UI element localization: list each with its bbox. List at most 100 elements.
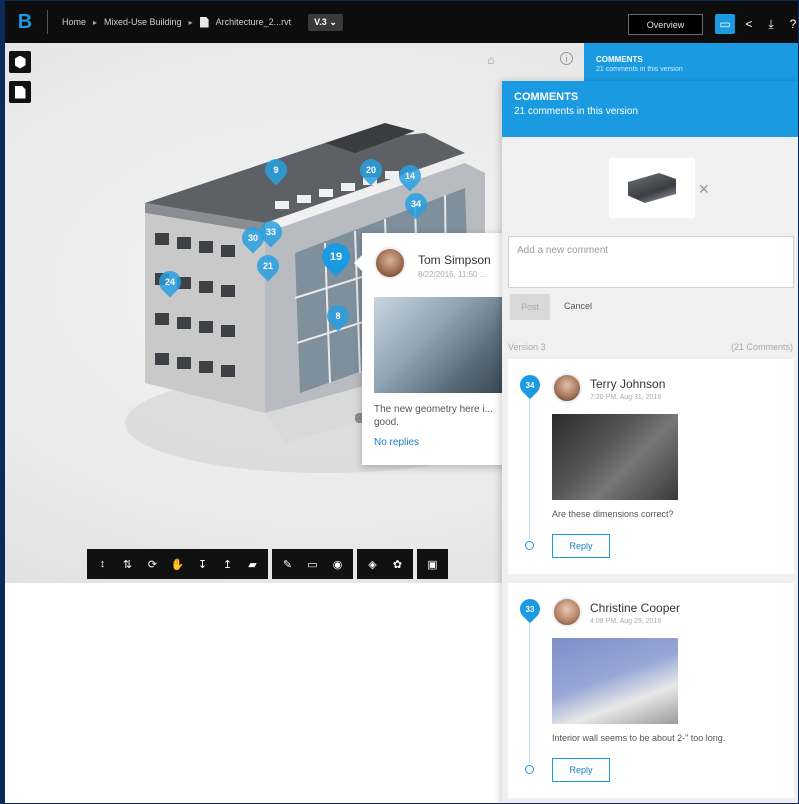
comment-marker[interactable]: 20 — [355, 154, 387, 186]
breadcrumb: Home ▸ Mixed-Use Building ▸ Architecture… — [62, 13, 343, 31]
marker-number: 9 — [273, 165, 279, 175]
comment-marker[interactable]: 8 — [322, 300, 354, 332]
comment-date: 7:20 PM, Aug 31, 2016 — [590, 394, 662, 401]
first-person-icon[interactable]: ⇅ — [116, 552, 139, 576]
measure-tools: ✎ ▭ ◉ — [272, 549, 353, 579]
no-replies-link[interactable]: No replies — [374, 437, 419, 448]
sheets-button[interactable] — [9, 81, 31, 103]
measure-icon[interactable]: ✎ — [276, 552, 299, 576]
underlay-title: COMMENTS — [596, 55, 643, 64]
version-selector[interactable]: V.3 ⌄ — [308, 13, 343, 31]
comment-marker-selected[interactable]: 19 — [316, 237, 356, 277]
chevron-right-icon: ▸ — [93, 17, 98, 27]
popup-author: Tom Simpson — [418, 253, 491, 267]
home-icon[interactable]: ⌂ — [487, 53, 494, 67]
pin-number: 34 — [525, 380, 535, 390]
model-thumbnail — [628, 173, 676, 203]
pin-number: 33 — [525, 604, 535, 614]
comment-marker[interactable]: 34 — [400, 188, 432, 220]
popup-comment-text: The new geometry here i... good. — [374, 404, 493, 428]
cube-icon — [14, 55, 26, 69]
app-logo[interactable]: B — [11, 7, 39, 37]
new-comment-input[interactable]: Add a new comment — [508, 236, 794, 288]
comment-attachment-thumbnail[interactable] — [609, 158, 695, 218]
download-icon[interactable]: ⤓ — [761, 14, 781, 34]
section-icon[interactable]: ▭ — [301, 552, 324, 576]
breadcrumb-file[interactable]: Architecture_2...rvt — [216, 17, 292, 27]
comment-author: Christine Cooper — [590, 601, 681, 615]
share-icon[interactable]: < — [739, 14, 759, 34]
settings-icon[interactable]: ▣ — [421, 552, 444, 576]
avatar — [552, 373, 582, 403]
comment-marker[interactable]: 33 — [255, 216, 287, 248]
thread-line — [529, 399, 530, 539]
breadcrumb-project[interactable]: Mixed-Use Building — [104, 17, 182, 27]
close-icon[interactable]: ✕ — [698, 181, 710, 198]
walk-icon[interactable]: ↥ — [216, 552, 239, 576]
comment-marker[interactable]: 21 — [252, 250, 284, 282]
underlay-subtitle: 21 comments in this version — [596, 66, 683, 73]
comment-popup: Tom Simpson 8/22/2016, 11:50 ... The new… — [354, 233, 512, 465]
reply-button[interactable]: Reply — [552, 534, 610, 558]
marker-number: 8 — [335, 311, 341, 321]
navigation-tools: ↕ ⇅ ⟳ ✋ ↧ ↥ ▰ — [87, 549, 268, 579]
thread-end-icon — [525, 765, 534, 774]
app-window: B Home ▸ Mixed-Use Building ▸ Architectu… — [0, 0, 799, 804]
pan-up-down-icon[interactable]: ↕ — [91, 552, 114, 576]
comments-panel: COMMENTS 21 comments in this version ✕ A… — [502, 81, 798, 803]
version-label: V.3 — [314, 16, 327, 27]
comment-card[interactable]: 33 Christine Cooper 4:08 PM, Aug 29, 201… — [508, 583, 794, 798]
sheet-icon — [14, 85, 26, 99]
viewer-toolbar: ↕ ⇅ ⟳ ✋ ↧ ↥ ▰ ✎ ▭ ◉ ◈ ✿ ▣ — [87, 549, 448, 579]
comment-screenshot[interactable] — [552, 638, 678, 724]
avatar — [552, 597, 582, 627]
divider — [47, 10, 48, 34]
camera-icon[interactable]: ▰ — [241, 552, 264, 576]
comment-marker[interactable]: 9 — [260, 154, 292, 186]
breadcrumb-home[interactable]: Home — [62, 17, 86, 27]
explode-icon[interactable]: ◉ — [326, 552, 349, 576]
comments-subtitle: 21 comments in this version — [514, 106, 638, 117]
info-icon[interactable]: i — [560, 52, 573, 65]
thread-line — [529, 623, 530, 763]
properties-icon[interactable]: ✿ — [386, 552, 409, 576]
comment-author: Terry Johnson — [590, 377, 666, 391]
model-browser-button[interactable] — [9, 51, 31, 73]
chevron-right-icon: ▸ — [188, 17, 193, 27]
popup-date: 8/22/2016, 11:50 ... — [418, 270, 487, 279]
comments-header: COMMENTS 21 comments in this version — [502, 81, 798, 137]
cancel-button[interactable]: Cancel — [564, 301, 592, 311]
overview-button[interactable]: Overview — [628, 14, 703, 35]
post-button[interactable]: Post — [510, 294, 550, 320]
marker-number: 19 — [329, 251, 343, 263]
comments-title: COMMENTS — [514, 91, 579, 103]
comment-card[interactable]: 34 Terry Johnson 7:20 PM, Aug 31, 2016 A… — [508, 359, 794, 574]
comments-count: (21 Comments) — [730, 342, 793, 352]
comment-marker[interactable]: 24 — [154, 266, 186, 298]
comment-pin[interactable]: 34 — [515, 370, 545, 400]
popup-screenshot[interactable] — [374, 297, 512, 393]
comment-marker[interactable]: 14 — [394, 160, 426, 192]
thread-end-icon — [525, 541, 534, 550]
comment-pin[interactable]: 33 — [515, 594, 545, 624]
comment-text: Interior wall seems to be about 2-" too … — [552, 733, 726, 743]
zoom-icon[interactable]: ↧ — [191, 552, 214, 576]
marker-number: 24 — [164, 277, 175, 287]
model-tools: ◈ ✿ — [357, 549, 413, 579]
avatar — [374, 247, 406, 279]
orbit-icon[interactable]: ⟳ — [141, 552, 164, 576]
version-label: Version 3 — [508, 342, 546, 352]
comment-icon[interactable]: ▭ — [715, 14, 735, 34]
marker-number: 14 — [404, 171, 415, 181]
pan-icon[interactable]: ✋ — [166, 552, 189, 576]
top-bar: B Home ▸ Mixed-Use Building ▸ Architectu… — [5, 1, 798, 43]
marker-number: 21 — [262, 261, 273, 271]
comment-text: Are these dimensions correct? — [552, 509, 674, 519]
comment-screenshot[interactable] — [552, 414, 678, 500]
reply-button[interactable]: Reply — [552, 758, 610, 782]
model-browser-icon[interactable]: ◈ — [361, 552, 384, 576]
document-icon — [199, 16, 209, 28]
marker-number: 33 — [265, 227, 276, 237]
marker-number: 20 — [365, 165, 376, 175]
help-icon[interactable]: ? — [783, 14, 798, 34]
